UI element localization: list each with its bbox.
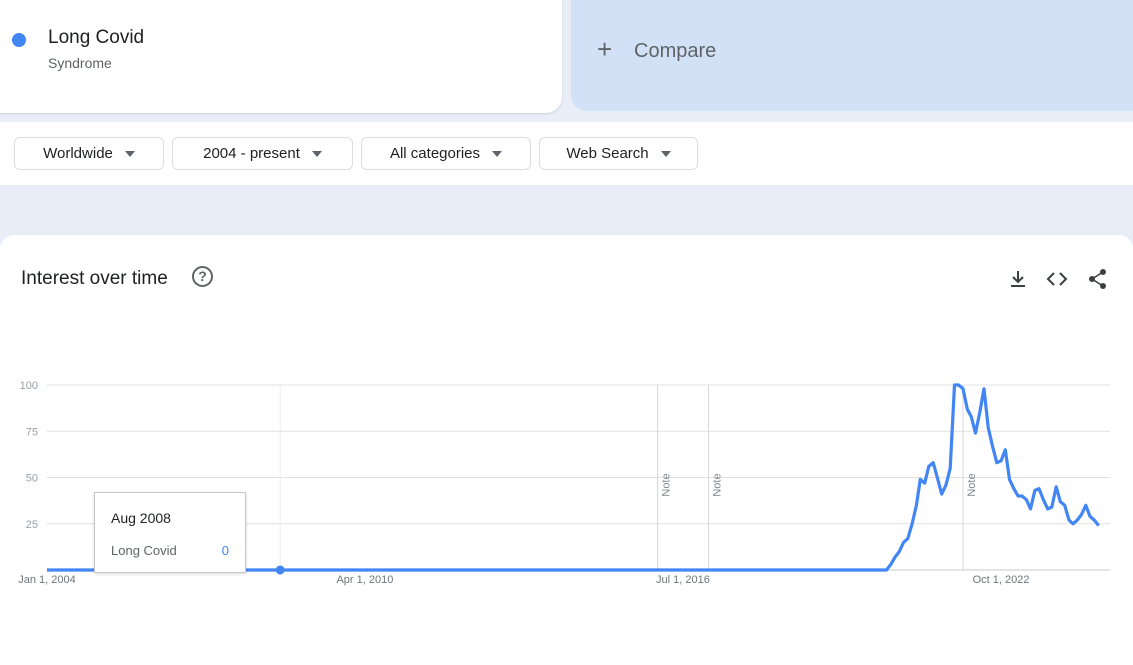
time-range-dropdown[interactable]: 2004 - present (172, 137, 353, 170)
search-type-dropdown[interactable]: Web Search (539, 137, 698, 170)
compare-label: Compare (634, 40, 717, 62)
compare-button[interactable]: + Compare (571, 0, 1133, 111)
x-tick-label: Jul 1, 2016 (656, 574, 710, 586)
dropdown-arrow-icon (492, 150, 503, 157)
tooltip-date: Aug 2008 (111, 510, 171, 526)
search-term-card[interactable]: Long Covid Syndrome (0, 0, 562, 113)
region-dropdown[interactable]: Worldwide (14, 137, 164, 170)
y-tick-label: 50 (26, 473, 38, 485)
dropdown-arrow-icon (124, 150, 135, 157)
tooltip-term: Long Covid (111, 543, 177, 558)
interest-over-time-card: Interest over time ? 100 75 50 25 Note Note N… (0, 235, 1133, 665)
dropdown-arrow-icon (311, 150, 322, 157)
x-tick-label: Apr 1, 2010 (336, 574, 393, 586)
note-label: Note (661, 473, 673, 496)
term-color-dot (12, 33, 26, 47)
time-range-dropdown-label: 2004 - present (203, 145, 300, 162)
highlight-point (275, 565, 285, 575)
category-dropdown[interactable]: All categories (361, 137, 531, 170)
note-label: Note (966, 473, 978, 496)
interest-chart: 100 75 50 25 Note Note Note Jan 1, 2004 Apr 1,… (18, 380, 1110, 586)
plus-icon: + (597, 34, 613, 64)
chart-tooltip: Aug 2008 Long Covid 0 (94, 492, 246, 573)
term-name[interactable]: Long Covid (48, 27, 144, 49)
search-type-dropdown-label: Web Search (566, 145, 649, 162)
tooltip-value: 0 (221, 543, 229, 558)
term-type: Syndrome (48, 55, 112, 71)
dropdown-arrow-icon (660, 150, 671, 157)
filter-bar: Worldwide 2004 - present All categories … (0, 122, 1133, 185)
note-label: Note (712, 473, 724, 496)
x-tick-label: Oct 1, 2022 (973, 574, 1030, 586)
y-tick-label: 75 (26, 426, 38, 438)
region-dropdown-label: Worldwide (43, 145, 113, 162)
x-tick-label: Jan 1, 2004 (18, 574, 76, 586)
y-tick-label: 100 (20, 380, 38, 392)
category-dropdown-label: All categories (389, 145, 481, 162)
y-tick-label: 25 (26, 519, 38, 531)
